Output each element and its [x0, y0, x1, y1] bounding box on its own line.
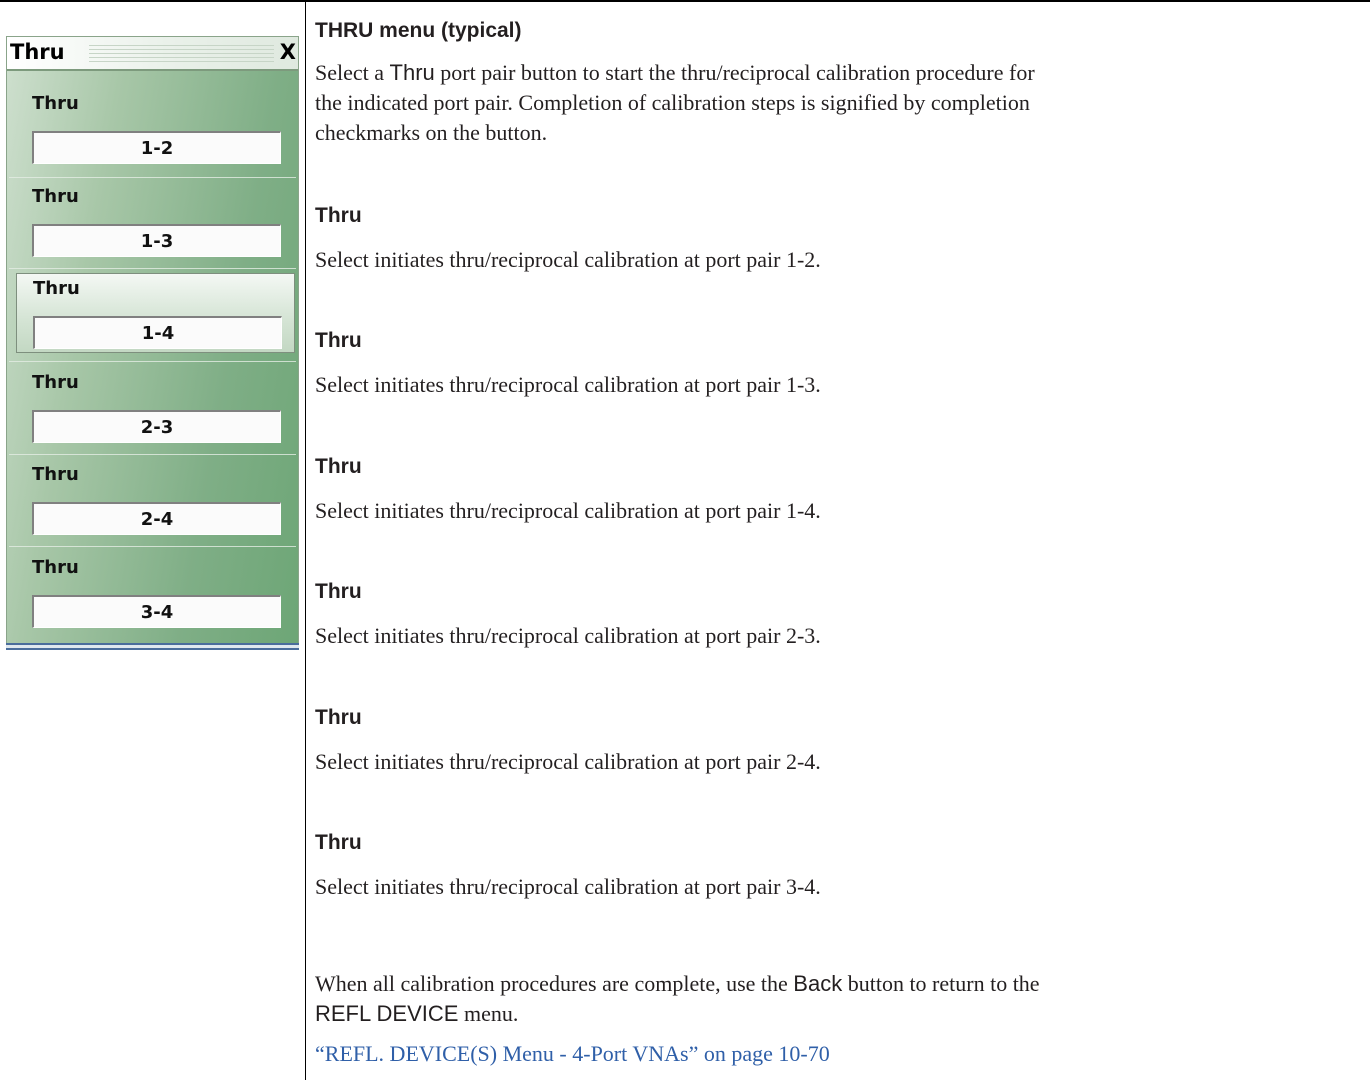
cross-reference-link[interactable]: “REFL. DEVICE(S) Menu - 4-Port VNAs” on …: [315, 1039, 1345, 1069]
port-pair-field[interactable]: 2-4: [32, 502, 281, 535]
entry-description: Select initiates thru/reciprocal calibra…: [315, 247, 821, 272]
thru-button-1-2[interactable]: Thru 1-2: [11, 87, 294, 175]
item-separator: [9, 361, 296, 362]
item-label: Thru: [32, 186, 79, 207]
item-separator: [9, 546, 296, 547]
refl-device-term: REFL DEVICE: [315, 1001, 459, 1026]
thru-button-3-4[interactable]: Thru 3-4: [11, 551, 294, 639]
thru-button-1-3[interactable]: Thru 1-3: [11, 180, 294, 268]
port-pair-field[interactable]: 1-3: [32, 224, 281, 257]
entry-description: Select initiates thru/reciprocal calibra…: [315, 623, 821, 648]
item-label: Thru: [32, 372, 79, 393]
entry-title: Thru: [315, 204, 362, 227]
port-pair-field[interactable]: 1-2: [32, 131, 281, 164]
thru-button-2-4[interactable]: Thru 2-4: [11, 458, 294, 546]
port-pair-field[interactable]: 2-3: [32, 410, 281, 443]
item-label: Thru: [32, 93, 79, 114]
intro-text: Select a: [315, 60, 390, 85]
top-rule: [0, 0, 1370, 2]
titlebar-grip: [89, 45, 274, 62]
entry-title: Thru: [315, 706, 362, 729]
intro-text: port pair button to start the thru/recip…: [434, 60, 1035, 85]
item-label: Thru: [33, 278, 80, 299]
item-label: Thru: [32, 557, 79, 578]
intro-text: the indicated port pair. Completion of c…: [315, 90, 1030, 115]
entry-description: Select initiates thru/reciprocal calibra…: [315, 372, 821, 397]
thru-term: Thru: [389, 60, 435, 85]
entry-title: Thru: [315, 455, 362, 478]
back-button-term: Back: [793, 971, 843, 996]
thru-button-1-4[interactable]: Thru 1-4: [16, 273, 295, 353]
entry-title: Thru: [315, 329, 362, 352]
entry-description: Select initiates thru/reciprocal calibra…: [315, 874, 821, 899]
port-pair-field[interactable]: 1-4: [33, 316, 282, 349]
item-separator: [9, 177, 296, 178]
port-pair-field[interactable]: 3-4: [32, 595, 281, 628]
closing-text: menu.: [458, 1001, 519, 1026]
intro-text: checkmarks on the button.: [315, 120, 548, 145]
entry-description: Select initiates thru/reciprocal calibra…: [315, 749, 821, 774]
thru-menu-panel: Thru X Thru 1-2 Thru 1-3 Thru 1-4 Thru 2…: [6, 36, 299, 650]
entry-title: Thru: [315, 831, 362, 854]
item-separator: [9, 454, 296, 455]
closing-paragraph: When all calibration procedures are comp…: [315, 969, 1345, 1029]
thru-button-2-3[interactable]: Thru 2-3: [11, 366, 294, 454]
closing-text: When all calibration procedures are comp…: [315, 971, 794, 996]
closing-text: button to return to the: [842, 971, 1040, 996]
column-divider: [305, 0, 306, 1080]
section-heading: THRU menu (typical): [315, 19, 522, 42]
item-label: Thru: [32, 464, 79, 485]
menu-titlebar: Thru X: [7, 37, 298, 71]
close-button[interactable]: X: [280, 40, 296, 64]
item-separator: [9, 268, 296, 269]
menu-title: Thru: [10, 40, 65, 64]
intro-paragraph: Select a Thru port pair button to start …: [315, 58, 1345, 148]
entry-description: Select initiates thru/reciprocal calibra…: [315, 498, 821, 523]
entry-title: Thru: [315, 580, 362, 603]
